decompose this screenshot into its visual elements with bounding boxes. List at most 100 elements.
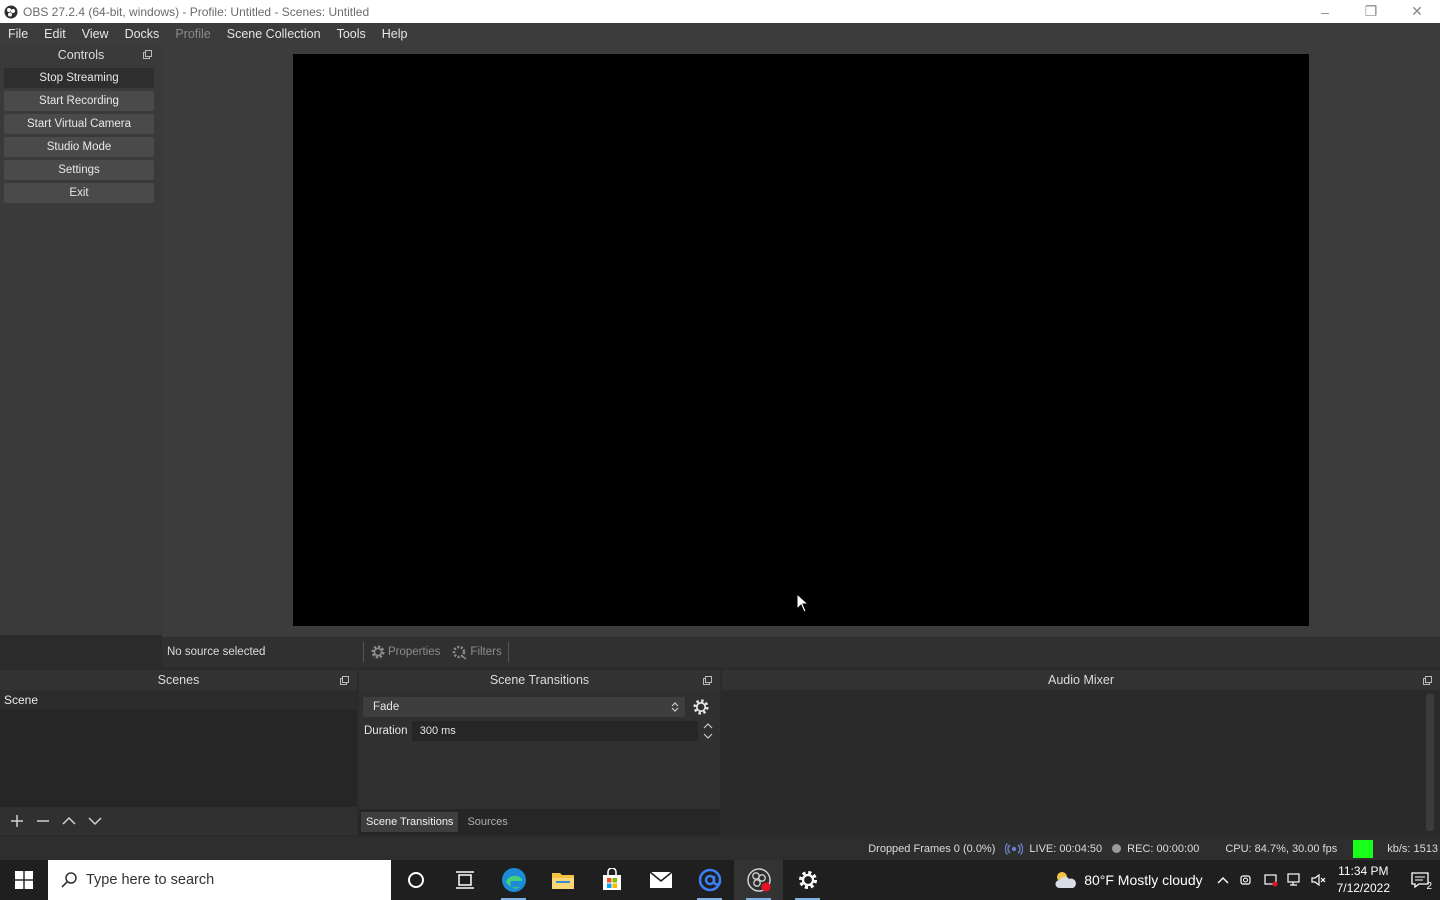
window-title-bar: OBS 27.2.4 (64-bit, windows) - Profile: …: [0, 0, 1440, 23]
gear-icon: [693, 699, 709, 715]
chevron-up-icon: [62, 816, 76, 825]
menu-edit[interactable]: Edit: [36, 23, 74, 45]
start-button[interactable]: [0, 860, 48, 900]
studio-mode-button[interactable]: Studio Mode: [4, 137, 154, 157]
mixer-scrollbar[interactable]: [1426, 694, 1434, 831]
tab-scene-transitions[interactable]: Scene Transitions: [361, 812, 459, 832]
minus-icon: [37, 820, 49, 822]
mixer-dock-header: Audio Mixer: [722, 670, 1440, 690]
mouse-cursor-icon: [796, 593, 810, 613]
tray-network-button[interactable]: [1283, 873, 1307, 887]
menu-help[interactable]: Help: [374, 23, 416, 45]
tray-volume-button[interactable]: [1307, 873, 1331, 887]
spin-arrows-icon: [703, 723, 713, 739]
windows-logo-icon: [15, 871, 33, 889]
start-virtual-camera-button[interactable]: Start Virtual Camera: [4, 114, 154, 134]
settings-icon: [798, 871, 817, 889]
mixer-title: Audio Mixer: [1048, 673, 1114, 687]
tray-camera-button[interactable]: [1235, 873, 1259, 887]
menu-scene-collection[interactable]: Scene Collection: [219, 23, 329, 45]
menu-tools[interactable]: Tools: [329, 23, 374, 45]
add-scene-button[interactable]: [4, 810, 30, 832]
properties-label: Properties: [388, 646, 441, 658]
undock-icon[interactable]: [340, 676, 349, 685]
taskbar-clock[interactable]: 11:34 PM 7/12/2022: [1337, 863, 1390, 897]
filter-icon: [453, 645, 467, 660]
stream-health-indicator: [1353, 839, 1374, 858]
updown-arrows-icon: [671, 702, 679, 712]
file-explorer-button[interactable]: [538, 860, 587, 900]
edge-taskbar-button[interactable]: [489, 860, 538, 900]
task-view-button[interactable]: [440, 860, 489, 900]
bitrate-status: kb/s: 1513: [1387, 842, 1438, 855]
move-scene-up-button[interactable]: [56, 810, 82, 832]
partly-cloudy-icon: [1055, 872, 1077, 888]
undock-icon[interactable]: [143, 50, 152, 59]
minimize-button[interactable]: –: [1302, 0, 1348, 23]
move-scene-down-button[interactable]: [82, 810, 108, 832]
obs-logo-icon: [4, 5, 18, 18]
at-app-icon: [698, 868, 721, 892]
menu-view[interactable]: View: [74, 23, 117, 45]
remove-scene-button[interactable]: [30, 810, 56, 832]
camera-icon: [1240, 875, 1251, 885]
scenes-toolbar: [0, 807, 357, 835]
network-icon: [1287, 873, 1300, 886]
shield-icon: [1264, 874, 1278, 887]
settings-taskbar-button[interactable]: [783, 860, 832, 900]
menu-bar: File Edit View Docks Profile Scene Colle…: [0, 23, 1440, 45]
weather-widget[interactable]: 80°F Mostly cloudy: [1054, 870, 1203, 890]
tab-sources[interactable]: Sources: [462, 812, 512, 832]
properties-button[interactable]: Properties: [364, 644, 446, 660]
start-recording-button[interactable]: Start Recording: [4, 91, 154, 111]
close-button[interactable]: ✕: [1394, 0, 1440, 23]
at-app-button[interactable]: [685, 860, 734, 900]
plus-icon: [11, 815, 23, 827]
store-button[interactable]: [587, 860, 636, 900]
taskbar: Type here to search 80°F Mostly cloudy 1…: [0, 860, 1440, 900]
filters-label: Filters: [470, 646, 502, 658]
exit-button[interactable]: Exit: [4, 183, 154, 203]
scene-transitions-dock: Scene Transitions Fade Duration 300 ms S…: [359, 670, 720, 835]
menu-file[interactable]: File: [0, 23, 36, 45]
clock-time: 11:34 PM: [1338, 864, 1389, 878]
scenes-title: Scenes: [157, 673, 200, 687]
show-hidden-icons-button[interactable]: [1211, 876, 1235, 884]
scenes-dock-header: Scenes: [0, 670, 357, 690]
menu-docks[interactable]: Docks: [117, 23, 168, 45]
transition-settings-button[interactable]: [690, 697, 712, 717]
window-title: OBS 27.2.4 (64-bit, windows) - Profile: …: [23, 4, 370, 19]
scenes-list: Scene: [0, 690, 357, 807]
filters-button[interactable]: Filters: [446, 644, 507, 660]
restore-button[interactable]: ❐: [1348, 0, 1394, 23]
undock-icon[interactable]: [703, 676, 712, 685]
notification-count-badge: 2: [1426, 881, 1432, 892]
task-view-icon: [455, 871, 474, 889]
mail-button[interactable]: [636, 860, 685, 900]
taskbar-search-box[interactable]: Type here to search: [48, 860, 391, 900]
settings-button[interactable]: Settings: [4, 160, 154, 180]
record-dot-icon: [1112, 844, 1122, 853]
audio-mixer-dock: Audio Mixer: [722, 670, 1440, 835]
action-center-button[interactable]: 2: [1400, 860, 1440, 900]
obs-taskbar-button[interactable]: [734, 860, 783, 900]
undock-icon[interactable]: [1423, 676, 1432, 685]
scene-list-item[interactable]: Scene: [0, 690, 357, 710]
cortana-button[interactable]: [391, 860, 440, 900]
duration-spinner[interactable]: [700, 720, 716, 742]
tray-security-button[interactable]: [1259, 873, 1283, 887]
stop-streaming-button[interactable]: Stop Streaming: [4, 68, 154, 88]
duration-label: Duration: [364, 725, 408, 737]
transition-select[interactable]: Fade: [363, 697, 685, 717]
rec-status: REC: 00:00:00: [1112, 843, 1199, 855]
cortana-icon: [407, 872, 424, 888]
preview-canvas[interactable]: [293, 54, 1309, 626]
preview-area: [162, 45, 1440, 637]
rec-time: REC: 00:00:00: [1127, 842, 1200, 855]
mixer-body: [722, 690, 1440, 835]
clock-date: 7/12/2022: [1336, 881, 1390, 895]
controls-dock-header: Controls: [0, 45, 162, 65]
controls-title: Controls: [57, 48, 105, 62]
duration-input[interactable]: 300 ms: [411, 721, 699, 741]
dropped-frames-status: Dropped Frames 0 (0.0%): [868, 842, 996, 855]
